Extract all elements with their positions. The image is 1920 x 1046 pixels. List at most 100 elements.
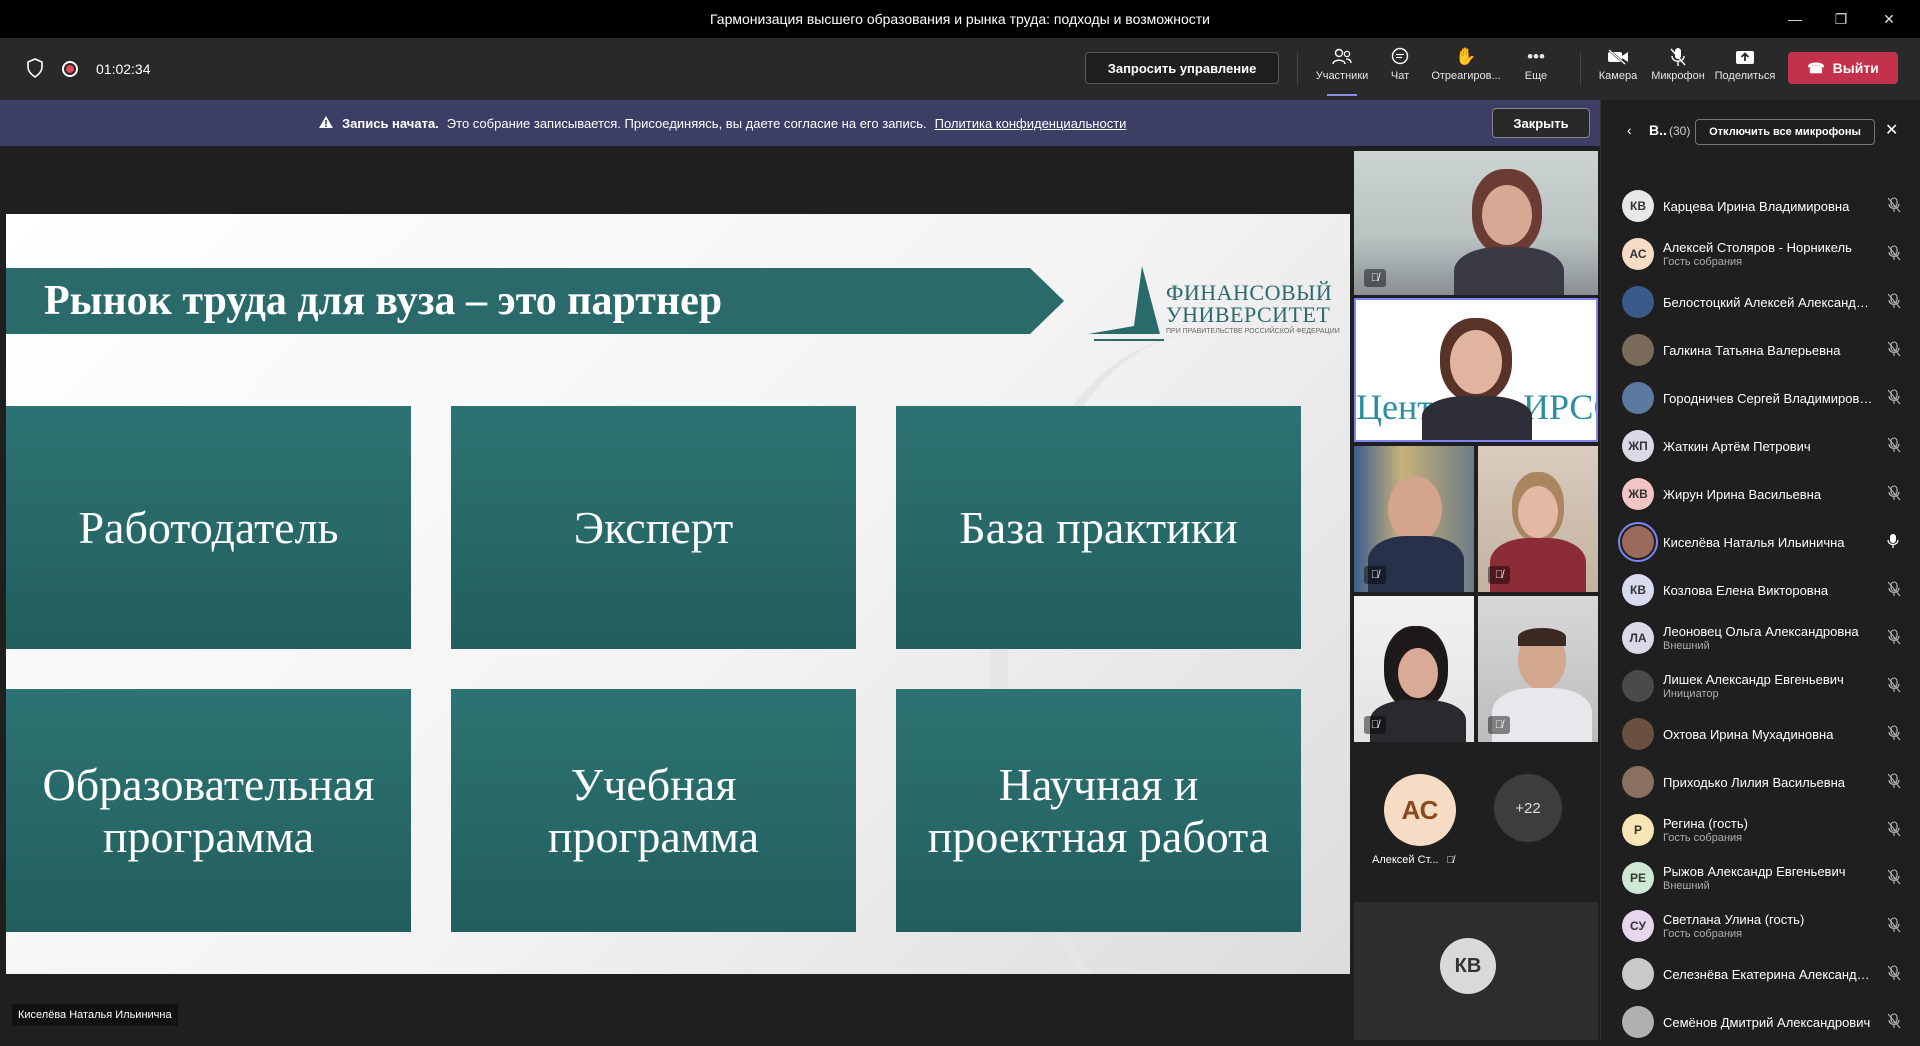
participant-row[interactable]: Охтова Ирина Мухадиновна (1601, 710, 1920, 758)
participant-row[interactable]: Р Регина (гость) Гость собрания (1601, 806, 1920, 854)
slide-tile-employer: Работодатель (6, 406, 411, 649)
participant-row[interactable]: Киселёва Наталья Ильинична (1601, 518, 1920, 566)
participant-name: Галкина Татьяна Валерьевна (1663, 342, 1841, 358)
avatar: Р (1622, 814, 1654, 846)
mic-off-icon[interactable] (1887, 868, 1901, 888)
more-button[interactable]: ••• Еще (1514, 44, 1558, 94)
avatar (1618, 522, 1658, 562)
participant-row[interactable]: ЖВ Жирун Ирина Васильевна (1601, 470, 1920, 518)
chat-button[interactable]: Чат (1380, 44, 1420, 94)
avatar: АС (1622, 238, 1654, 270)
mic-off-icon[interactable] (1887, 292, 1901, 312)
participant-role: Гость собрания (1663, 928, 1743, 940)
participant-row[interactable]: СУ Светлана Улина (гость) Гость собрания (1601, 902, 1920, 950)
mic-off-icon[interactable] (1887, 724, 1901, 744)
participant-row[interactable]: Лишек Александр Евгеньевич Инициатор (1601, 662, 1920, 710)
slide-tile-curriculum: Учебная программа (451, 689, 856, 932)
participant-row[interactable]: Городничев Сергей Владимирович (1601, 374, 1920, 422)
microphone-button[interactable]: Микрофон (1648, 44, 1708, 94)
mic-off-icon[interactable] (1887, 676, 1901, 696)
participant-row[interactable]: ЛА Леоновец Ольга Александровна Внешний (1601, 614, 1920, 662)
avatar: КВ (1622, 574, 1654, 606)
camera-button[interactable]: Камера (1594, 44, 1642, 94)
participant-name: Регина (гость) (1663, 816, 1748, 831)
recording-indicator-icon (62, 61, 78, 77)
share-button[interactable]: Поделиться (1714, 44, 1776, 94)
participant-row[interactable]: Семёнов Дмитрий Александрович (1601, 998, 1920, 1046)
mic-on-icon[interactable] (1887, 533, 1899, 552)
mute-all-button[interactable]: Отключить все микрофоны (1695, 119, 1875, 145)
back-chevron-icon[interactable]: ‹ (1627, 122, 1632, 138)
mic-off-icon[interactable] (1887, 772, 1901, 792)
more-participants-button[interactable]: +22 (1494, 774, 1562, 842)
avatar (1622, 958, 1654, 990)
participant-role: Гость собрания (1663, 832, 1743, 844)
chat-icon (1390, 44, 1410, 70)
request-control-button[interactable]: Запросить управление (1085, 52, 1279, 84)
meeting-timer: 01:02:34 (96, 61, 151, 77)
window-titlebar: Гармонизация высшего образования и рынка… (0, 0, 1920, 38)
video-gallery: 🎙̸ Цент ИРСО 🎙̸ 🎙̸ 🎙̸ 🎙̸ АС Алексей Ст..… (1352, 146, 1600, 1040)
participant-row[interactable]: АС Алексей Столяров - Норникель Гость собр… (1601, 230, 1920, 278)
mic-off-icon: 🎙̸ (1446, 854, 1455, 866)
close-panel-icon[interactable]: ✕ (1885, 120, 1898, 140)
shared-content-stage: Рынок труда для вуза – это партнер ФИНАН… (0, 146, 1352, 1040)
participant-name: Белостоцкий Алексей Александрович (1663, 294, 1873, 310)
avatar (1622, 718, 1654, 750)
mic-off-icon[interactable] (1887, 436, 1901, 456)
mic-off-icon[interactable] (1887, 628, 1901, 648)
video-tile[interactable]: 🎙̸ (1478, 446, 1598, 592)
leave-button[interactable]: ☎ Выйти (1788, 52, 1898, 84)
mic-off-icon[interactable] (1887, 1012, 1901, 1032)
avatar: РЕ (1622, 862, 1654, 894)
mic-off-icon[interactable] (1887, 820, 1901, 840)
participant-row[interactable]: ЖП Жаткин Артём Петрович (1601, 422, 1920, 470)
avatar: ЛА (1622, 622, 1654, 654)
participant-row[interactable]: КВ Карцева Ирина Владимировна (1601, 182, 1920, 230)
avatar (1622, 382, 1654, 414)
participant-row[interactable]: РЕ Рыжов Александр Евгеньевич Внешний (1601, 854, 1920, 902)
participant-row[interactable]: Белостоцкий Алексей Александрович (1601, 278, 1920, 326)
banner-close-button[interactable]: Закрыть (1492, 108, 1590, 138)
video-tile[interactable]: КВ (1354, 902, 1598, 1040)
participant-name: Рыжов Александр Евгеньевич (1663, 864, 1846, 879)
video-tile[interactable]: 🎙̸ (1354, 446, 1474, 592)
participant-role: Инициатор (1663, 688, 1719, 700)
participant-role: Гость собрания (1663, 256, 1743, 268)
privacy-policy-link[interactable]: Политика конфиденциальности (935, 116, 1127, 131)
mic-off-icon[interactable] (1887, 916, 1901, 936)
video-tile-active-speaker[interactable]: Цент ИРСО (1354, 298, 1598, 442)
participants-button[interactable]: Участники (1314, 44, 1370, 96)
mic-off-icon (1669, 44, 1687, 70)
participant-row[interactable]: КВ Козлова Елена Викторовна (1601, 566, 1920, 614)
close-window-icon[interactable]: ✕ (1866, 0, 1912, 38)
avatar-name-label: Алексей Ст... 🎙̸ (1372, 854, 1455, 866)
video-tile[interactable]: 🎙̸ (1354, 596, 1474, 742)
banner-bold-text: Запись начата. (342, 116, 439, 131)
participant-name: Козлова Елена Викторовна (1663, 582, 1829, 598)
participant-list: КВ Карцева Ирина Владимировна АС Алексей Ст… (1601, 182, 1920, 1046)
avatar: ЖВ (1622, 478, 1654, 510)
react-button[interactable]: ✋ Отреагиров... (1428, 44, 1504, 94)
mic-off-icon[interactable] (1887, 484, 1901, 504)
video-tile[interactable]: 🎙̸ (1354, 151, 1598, 295)
avatar: СУ (1622, 910, 1654, 942)
avatar (1622, 670, 1654, 702)
mic-off-icon[interactable] (1887, 196, 1901, 216)
restore-icon[interactable]: ❐ (1818, 0, 1864, 38)
mic-off-icon[interactable] (1887, 580, 1901, 600)
university-logo: ФИНАНСОВЫЙ УНИВЕРСИТЕТ ПРИ ПРАВИТЕЛЬСТВЕ … (1086, 264, 1340, 346)
video-tile[interactable]: 🎙̸ (1478, 596, 1598, 742)
slide-tile-practice-base: База практики (896, 406, 1301, 649)
mic-off-icon[interactable] (1887, 340, 1901, 360)
banner-text: Это собрание записывается. Присоединяясь… (446, 116, 927, 131)
participant-row[interactable]: Галкина Татьяна Валерьевна (1601, 326, 1920, 374)
participant-row[interactable]: Приходько Лилия Васильевна (1601, 758, 1920, 806)
mic-off-icon[interactable] (1887, 964, 1901, 984)
mic-off-icon[interactable] (1887, 244, 1901, 264)
avatar (1622, 766, 1654, 798)
minimize-icon[interactable]: — (1772, 0, 1818, 38)
participant-row[interactable]: Селезнёва Екатерина Александровна (1601, 950, 1920, 998)
avatar[interactable]: АС (1384, 774, 1456, 846)
mic-off-icon[interactable] (1887, 388, 1901, 408)
